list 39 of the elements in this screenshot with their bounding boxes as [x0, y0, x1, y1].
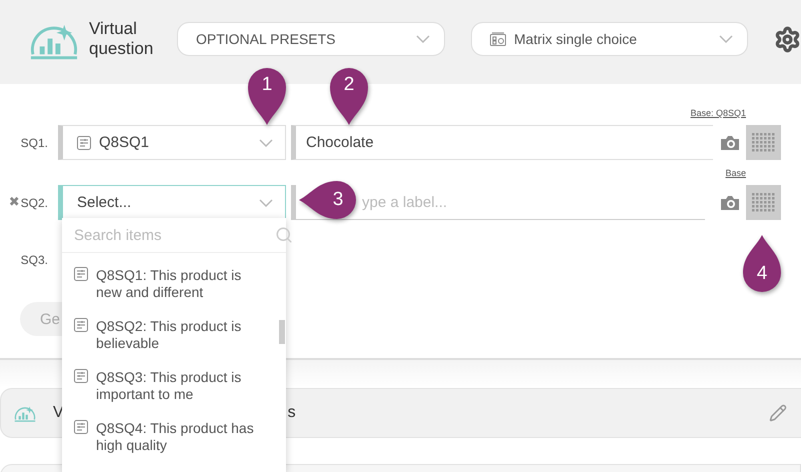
base-link[interactable]: Base: Q8SQ1: [690, 108, 746, 125]
grid-icon: [752, 133, 775, 152]
search-icon: [275, 226, 293, 244]
app-title: Virtual question: [89, 19, 154, 59]
callout-marker: 4: [742, 233, 782, 295]
item-select[interactable]: Q8SQ1: [58, 125, 286, 160]
chevron-icon: [416, 35, 430, 43]
chevron-icon: [719, 35, 733, 43]
callout-marker: 3: [297, 180, 359, 220]
camera-icon[interactable]: [720, 194, 740, 210]
type-dropdown[interactable]: Matrix single choice: [471, 22, 748, 56]
row-label: SQ2.: [20, 196, 48, 210]
menu-item[interactable]: Q8SQ2: This product is believable: [96, 318, 268, 352]
callout-marker: 1: [247, 65, 287, 127]
item-select[interactable]: Select...: [58, 185, 286, 220]
list-icon: [77, 136, 91, 150]
presets-dropdown[interactable]: OPTIONAL PRESETS: [177, 22, 445, 56]
menu-item[interactable]: Q8SQ1: This product is new and different: [96, 267, 268, 301]
chevron-icon: [259, 138, 273, 146]
row-label: SQ1.: [20, 136, 48, 150]
list-icon: [74, 267, 88, 281]
list-icon: [74, 369, 88, 383]
camera-icon[interactable]: [720, 134, 740, 150]
grid-button[interactable]: [746, 125, 781, 160]
list-icon: [74, 420, 88, 434]
edit-icon[interactable]: [769, 404, 787, 422]
list-icon: [74, 318, 88, 332]
label-field[interactable]: Chocolate: [291, 125, 713, 160]
section-title: s: [288, 404, 296, 422]
callout-marker: 2: [329, 65, 369, 127]
settings-icon[interactable]: [774, 26, 801, 52]
grid-icon: [752, 193, 775, 212]
matrix-icon: [490, 32, 506, 46]
chevron-icon: [259, 198, 273, 206]
row-label: SQ3.: [20, 252, 48, 266]
base-link[interactable]: Base: [725, 168, 746, 185]
grid-button[interactable]: [746, 185, 781, 220]
scrollbar[interactable]: [279, 320, 285, 344]
remove-icon[interactable]: ✖: [8, 195, 20, 210]
